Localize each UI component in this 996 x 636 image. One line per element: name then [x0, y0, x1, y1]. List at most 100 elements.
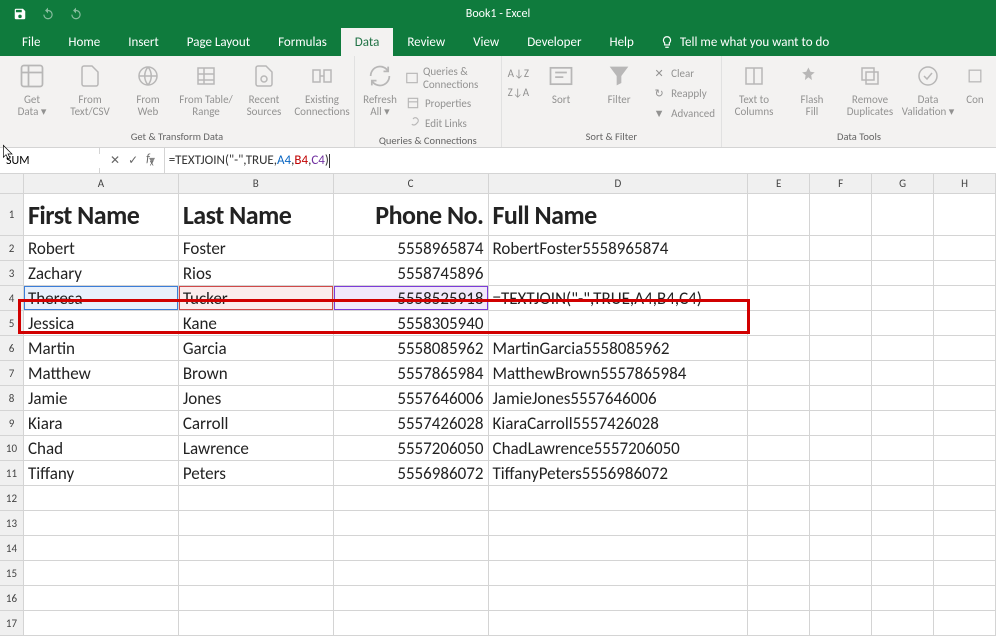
cell-A2[interactable]: Robert — [24, 236, 179, 261]
cell-D4[interactable]: =TEXTJOIN("-",TRUE,A4,B4,C4) — [489, 286, 749, 311]
consolidate-button[interactable]: Con — [960, 60, 990, 106]
tell-me-search[interactable]: Tell me what you want to do — [660, 28, 829, 56]
cell-B10[interactable]: Lawrence — [179, 436, 334, 461]
tab-formulas[interactable]: Formulas — [264, 28, 341, 56]
cell-D8[interactable]: JamieJones5557646006 — [489, 386, 749, 411]
tab-developer[interactable]: Developer — [513, 28, 595, 56]
cell[interactable] — [934, 461, 996, 486]
cell-D2[interactable]: RobertFoster5558965874 — [489, 236, 749, 261]
select-all-corner[interactable] — [0, 174, 24, 194]
cell[interactable] — [934, 311, 996, 336]
row-header[interactable]: 8 — [0, 386, 24, 411]
col-header-F[interactable]: F — [810, 174, 872, 194]
cell[interactable] — [810, 586, 872, 611]
cell[interactable] — [748, 411, 810, 436]
cell[interactable] — [872, 561, 934, 586]
cell-B12[interactable] — [179, 486, 334, 511]
cell[interactable] — [748, 511, 810, 536]
cell-B14[interactable] — [179, 536, 334, 561]
cell-B15[interactable] — [179, 561, 334, 586]
cell-A13[interactable] — [24, 511, 179, 536]
cell[interactable] — [748, 436, 810, 461]
row-header[interactable]: 17 — [0, 611, 24, 636]
cell-B3[interactable]: Rios — [179, 261, 334, 286]
cell-B1[interactable]: Last Name — [179, 194, 334, 236]
tab-page-layout[interactable]: Page Layout — [173, 28, 264, 56]
cell-D6[interactable]: MartinGarcia5558085962 — [489, 336, 749, 361]
cancel-formula-icon[interactable]: ✕ — [110, 153, 120, 168]
cell[interactable] — [934, 486, 996, 511]
cell[interactable] — [810, 286, 872, 311]
cell[interactable] — [934, 336, 996, 361]
cell[interactable] — [934, 194, 996, 236]
cell-C10[interactable]: 5557206050 — [334, 436, 489, 461]
cell-B16[interactable] — [179, 586, 334, 611]
col-header-A[interactable]: A — [24, 174, 179, 194]
cell[interactable] — [934, 586, 996, 611]
cell[interactable] — [872, 194, 934, 236]
cell-C14[interactable] — [334, 536, 489, 561]
cell[interactable] — [872, 311, 934, 336]
tab-view[interactable]: View — [459, 28, 513, 56]
enter-formula-icon[interactable]: ✓ — [128, 153, 138, 168]
cell[interactable] — [748, 561, 810, 586]
cell[interactable] — [810, 386, 872, 411]
cell-A10[interactable]: Chad — [24, 436, 179, 461]
flash-fill-button[interactable]: Flash Fill — [786, 60, 838, 118]
cell-A1[interactable]: First Name — [24, 194, 179, 236]
row-header[interactable]: 12 — [0, 486, 24, 511]
cell[interactable] — [872, 261, 934, 286]
cell-A5[interactable]: Jessica — [24, 311, 179, 336]
row-header[interactable]: 16 — [0, 586, 24, 611]
cell-A16[interactable] — [24, 586, 179, 611]
col-header-E[interactable]: E — [748, 174, 810, 194]
cell[interactable] — [872, 611, 934, 636]
cell[interactable] — [872, 461, 934, 486]
cell-B8[interactable]: Jones — [179, 386, 334, 411]
cell-D15[interactable] — [489, 561, 749, 586]
refresh-all-button[interactable]: Refresh All ▾ — [361, 60, 399, 118]
text-to-columns-button[interactable]: Text to Columns — [728, 60, 780, 118]
fx-icon[interactable]: fx — [146, 152, 154, 168]
cell-B7[interactable]: Brown — [179, 361, 334, 386]
cell-C9[interactable]: 5557426028 — [334, 411, 489, 436]
data-validation-button[interactable]: Data Validation ▾ — [902, 60, 954, 118]
from-text-csv-button[interactable]: From Text/CSV — [64, 60, 116, 118]
cell[interactable] — [810, 261, 872, 286]
col-header-D[interactable]: D — [489, 174, 749, 194]
cell-A9[interactable]: Kiara — [24, 411, 179, 436]
cell-C6[interactable]: 5558085962 — [334, 336, 489, 361]
col-header-H[interactable]: H — [934, 174, 996, 194]
cell-C11[interactable]: 5556986072 — [334, 461, 489, 486]
cell[interactable] — [810, 611, 872, 636]
cell[interactable] — [810, 311, 872, 336]
row-header[interactable]: 3 — [0, 261, 24, 286]
cell-B9[interactable]: Carroll — [179, 411, 334, 436]
row-header[interactable]: 1 — [0, 194, 24, 236]
properties-button[interactable]: Properties — [405, 94, 495, 112]
cell-A8[interactable]: Jamie — [24, 386, 179, 411]
cell-A7[interactable]: Matthew — [24, 361, 179, 386]
row-header[interactable]: 14 — [0, 536, 24, 561]
sort-button[interactable]: Sort — [535, 60, 587, 106]
cell-A6[interactable]: Martin — [24, 336, 179, 361]
cell-C15[interactable] — [334, 561, 489, 586]
cell[interactable] — [934, 361, 996, 386]
cell-B17[interactable] — [179, 611, 334, 636]
cell-A12[interactable] — [24, 486, 179, 511]
cell-B11[interactable]: Peters — [179, 461, 334, 486]
tab-home[interactable]: Home — [54, 28, 114, 56]
sort-az-button[interactable]: A↓Z — [508, 66, 529, 81]
from-web-button[interactable]: From Web — [122, 60, 174, 118]
cell-D1[interactable]: Full Name — [489, 194, 749, 236]
cell-D12[interactable] — [489, 486, 749, 511]
cell-C3[interactable]: 5558745896 — [334, 261, 489, 286]
row-header[interactable]: 6 — [0, 336, 24, 361]
cell-B6[interactable]: Garcia — [179, 336, 334, 361]
cell-A15[interactable] — [24, 561, 179, 586]
cell[interactable] — [872, 236, 934, 261]
cell[interactable] — [872, 536, 934, 561]
undo-icon[interactable] — [38, 4, 58, 24]
cell-C1[interactable]: Phone No. — [334, 194, 489, 236]
cell[interactable] — [748, 461, 810, 486]
